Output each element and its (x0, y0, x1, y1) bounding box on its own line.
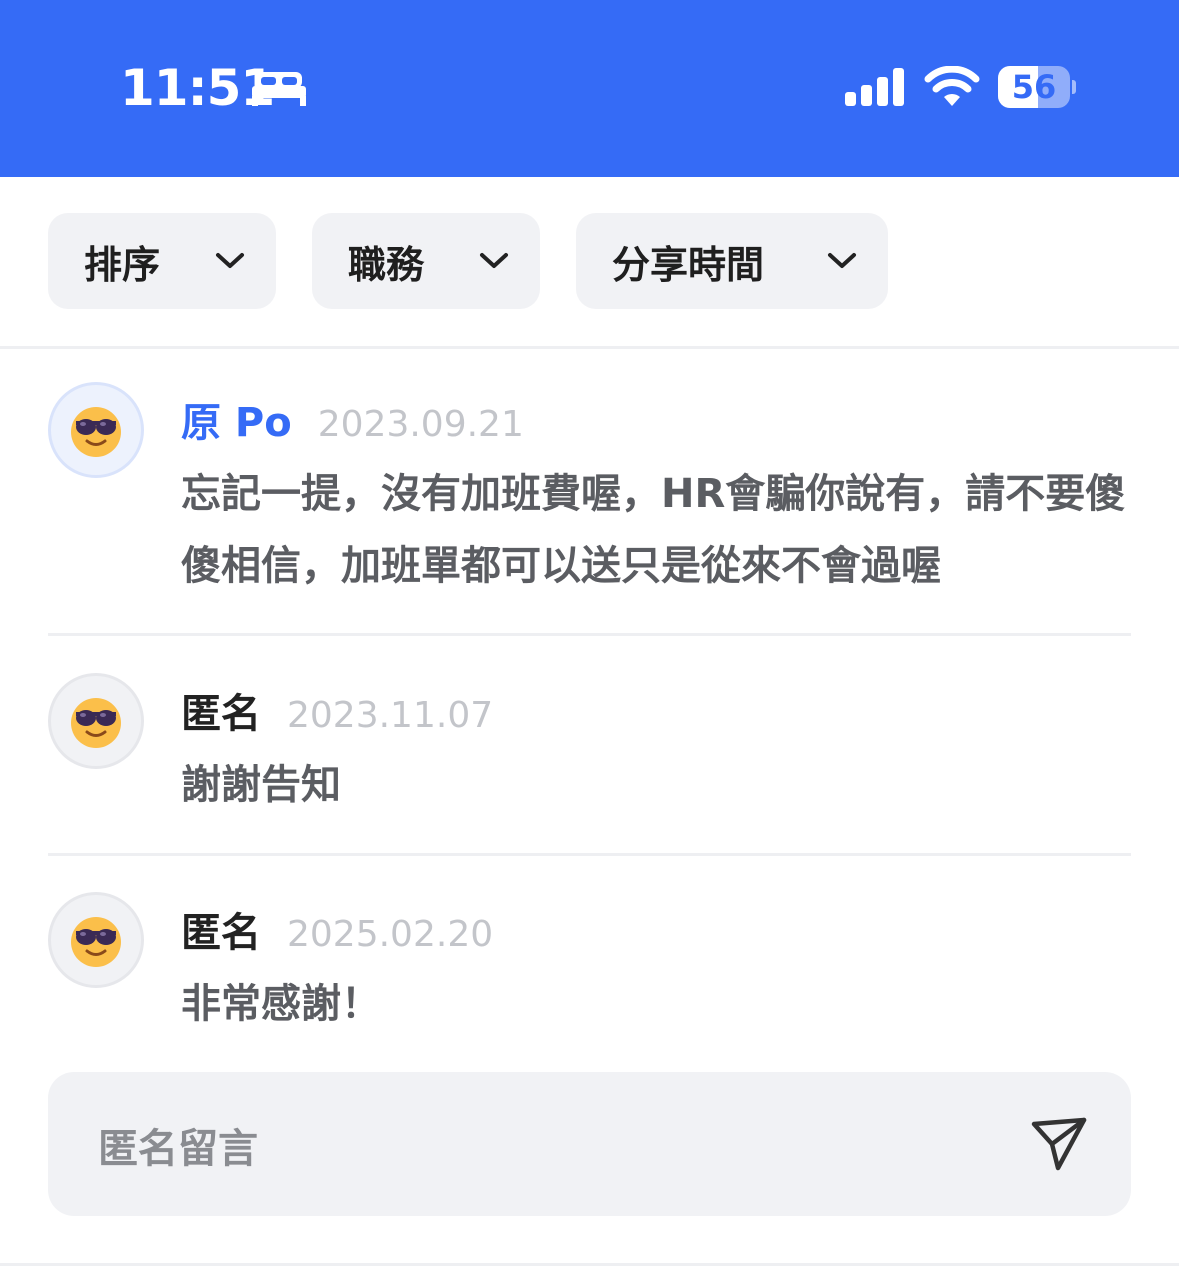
filter-label: 分享時間 (612, 242, 765, 287)
battery-tip (1072, 80, 1076, 94)
comment-author: 匿名 (181, 910, 261, 956)
battery-percentage: 56 (1011, 68, 1057, 106)
comment-text: 謝謝告知 (181, 762, 341, 808)
sleep-bed-icon (252, 72, 306, 106)
battery-indicator: 56 (998, 66, 1076, 108)
avatar (48, 382, 144, 478)
divider (48, 633, 1131, 636)
avatar (48, 673, 144, 769)
filter-share-time-dropdown[interactable]: 分享時間 (576, 213, 888, 309)
sunglasses-face-icon (71, 407, 121, 457)
comment-header: 原 Po 2023.09.21 (181, 390, 524, 448)
cellular-signal-icon (845, 68, 904, 106)
comment-item: 匿名 2023.11.07 謝謝告知 (48, 673, 1131, 823)
filter-bar: 排序 職務 分享時間 (0, 177, 1179, 349)
divider (48, 853, 1131, 856)
filter-sort-dropdown[interactable]: 排序 (48, 213, 276, 309)
comment-header: 匿名 2023.11.07 (181, 681, 493, 739)
comment-date: 2025.02.20 (287, 914, 494, 955)
avatar (48, 892, 144, 988)
comment-author: 匿名 (181, 691, 261, 737)
comment-author[interactable]: 原 Po (181, 390, 292, 448)
comment-item: 原 Po 2023.09.21 忘記一提，沒有加班費喔，HR會騙你說有，請不要傻… (48, 382, 1131, 612)
send-icon[interactable] (1030, 1116, 1088, 1172)
comment-input-placeholder: 匿名留言 (98, 1126, 258, 1172)
wifi-icon (924, 66, 980, 106)
comment-text: 非常感謝！ (181, 981, 381, 1027)
comment-text: 忘記一提，沒有加班費喔，HR會騙你說有，請不要傻傻相信，加班單都可以送只是從來不… (181, 471, 1126, 589)
comment-header: 匿名 2025.02.20 (181, 900, 493, 958)
filter-label: 職務 (348, 242, 425, 287)
comment-date: 2023.09.21 (317, 404, 524, 445)
chevron-down-icon (828, 253, 856, 268)
comment-date: 2023.11.07 (287, 695, 494, 736)
chevron-down-icon (480, 253, 508, 268)
bottom-divider (0, 1263, 1179, 1266)
filter-label: 排序 (84, 242, 161, 287)
comment-item: 匿名 2025.02.20 非常感謝！ (48, 892, 1131, 1042)
chevron-down-icon (216, 253, 244, 268)
comment-input[interactable]: 匿名留言 (48, 1072, 1131, 1216)
filter-job-dropdown[interactable]: 職務 (312, 213, 540, 309)
status-bar: 11:51 56 (0, 0, 1179, 177)
sunglasses-face-icon (71, 917, 121, 967)
sunglasses-face-icon (71, 698, 121, 748)
